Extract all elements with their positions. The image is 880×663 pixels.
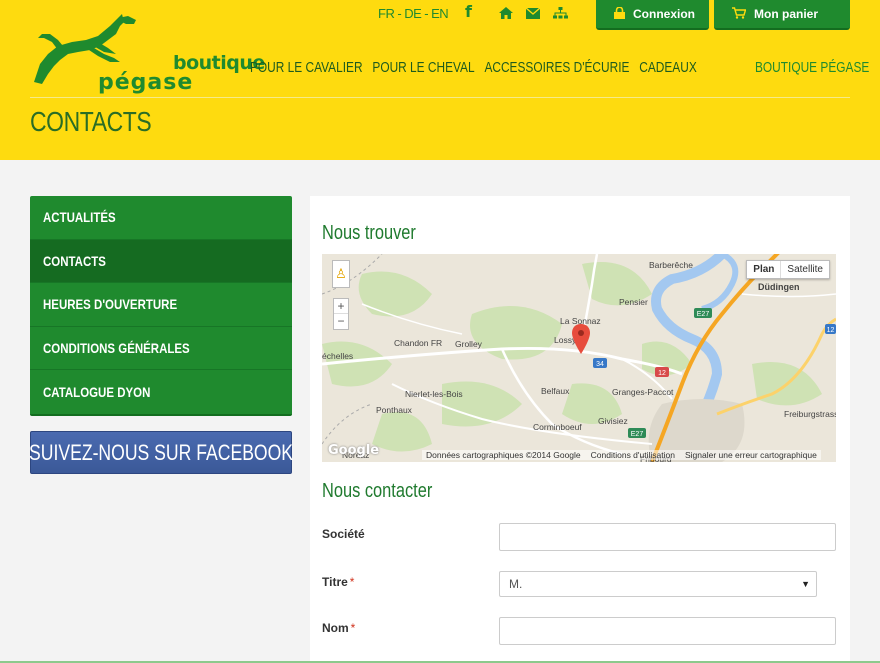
map-terms-link[interactable]: Conditions d'utilisation bbox=[591, 450, 675, 460]
lock-icon bbox=[614, 5, 625, 22]
map-place-granges-paccot: Granges-Paccot bbox=[612, 387, 674, 397]
sidebar-item-label: CONDITIONS GÉNÉRALES bbox=[43, 339, 190, 356]
map-place-givisiez: Givisiez bbox=[598, 416, 628, 426]
lang-de[interactable]: DE bbox=[404, 6, 422, 21]
societe-input[interactable] bbox=[499, 523, 836, 551]
sidebar-item-label: CATALOGUE DYON bbox=[43, 383, 151, 400]
titre-select[interactable]: M. ▼ bbox=[499, 571, 817, 597]
titre-label-text: Titre bbox=[322, 575, 348, 589]
map-type-satellite-button[interactable]: Satellite bbox=[781, 261, 829, 278]
map-place-barbereche: Barberêche bbox=[649, 260, 693, 270]
road-label-e27-south: E27 bbox=[631, 431, 644, 438]
home-icon[interactable] bbox=[499, 6, 513, 22]
required-mark: * bbox=[349, 575, 355, 589]
sidebar-item-heures[interactable]: HEURES D'OUVERTURE bbox=[30, 283, 292, 327]
lang-fr[interactable]: FR bbox=[378, 6, 395, 21]
sidebar-item-label: HEURES D'OUVERTURE bbox=[43, 296, 178, 313]
nom-input[interactable] bbox=[499, 617, 836, 645]
societe-label: Société bbox=[322, 527, 365, 541]
contact-us-title: Nous contacter bbox=[322, 480, 433, 502]
road-label-12-east: 12 bbox=[827, 327, 835, 334]
cart-icon bbox=[732, 6, 747, 22]
page-title: CONTACTS bbox=[30, 106, 152, 137]
sidebar-menu: ACTUALITÉS CONTACTS HEURES D'OUVERTURE C… bbox=[30, 196, 292, 416]
sitemap-icon[interactable] bbox=[553, 6, 568, 22]
facebook-follow-banner[interactable]: SUIVEZ-NOUS SUR FACEBOOK bbox=[28, 431, 294, 474]
nav-item-accessoires[interactable]: ACCESSOIRES D'ÉCURIE bbox=[484, 60, 629, 76]
sidebar-item-contacts[interactable]: CONTACTS bbox=[30, 239, 292, 283]
map-place-chandon: Chandon FR bbox=[394, 338, 443, 348]
map-place-belfaux: Belfaux bbox=[541, 386, 570, 396]
login-button[interactable]: Connexion bbox=[596, 0, 709, 30]
site-logo[interactable]: boutique pégase bbox=[28, 12, 265, 95]
map-zoom-control: + − bbox=[333, 298, 349, 330]
nav-item-boutique-pegase[interactable]: BOUTIQUE PÉGASE bbox=[755, 60, 869, 76]
road-label-e27: E27 bbox=[697, 311, 710, 318]
nav-item-cadeaux[interactable]: CADEAUX bbox=[639, 60, 696, 76]
site-header: boutique pégase FR - DE - EN f Connexion Mon… bbox=[0, 0, 880, 160]
map-place-grolley: Grolley bbox=[455, 339, 482, 349]
facebook-icon[interactable]: f bbox=[465, 2, 472, 21]
map-type-plan-button[interactable]: Plan bbox=[747, 261, 782, 278]
map-footer: Données cartographiques ©2014 Google Con… bbox=[422, 450, 821, 460]
sidebar-item-conditions[interactable]: CONDITIONS GÉNÉRALES bbox=[30, 327, 292, 370]
map-place-pensier: Pensier bbox=[619, 297, 648, 307]
find-us-title: Nous trouver bbox=[322, 222, 416, 244]
sidebar-item-actualites[interactable]: ACTUALITÉS bbox=[30, 196, 292, 240]
map-place-dudingen: Düdingen bbox=[758, 282, 800, 292]
map-type-control: Plan Satellite bbox=[746, 260, 830, 279]
required-mark: * bbox=[350, 621, 356, 635]
titre-select-value: M. bbox=[509, 577, 523, 591]
map-place-corminboeuf: Corminboeuf bbox=[533, 422, 582, 432]
map-place-nierlet: Nierlet-les-Bois bbox=[405, 389, 463, 399]
nom-label: Nom * bbox=[322, 621, 355, 635]
societe-label-text: Société bbox=[322, 527, 365, 541]
sidebar-item-catalogue[interactable]: CATALOGUE DYON bbox=[30, 370, 292, 414]
chevron-down-icon: ▼ bbox=[801, 579, 810, 589]
street-view-pegman-icon[interactable]: ♙ bbox=[332, 260, 350, 288]
sidebar-item-label: CONTACTS bbox=[43, 252, 106, 269]
main-panel: Nous trouver E27 12 34 E27 12 Barberêche… bbox=[310, 196, 850, 663]
nom-label-text: Nom bbox=[322, 621, 349, 635]
nav-item-cavalier[interactable]: POUR LE CAVALIER bbox=[250, 60, 363, 76]
titre-label: Titre * bbox=[322, 575, 354, 589]
map-report-link[interactable]: Signaler une erreur cartographique bbox=[685, 450, 817, 460]
google-map[interactable]: E27 12 34 E27 12 Barberêche Düdingen Pen… bbox=[322, 254, 836, 462]
map-data-credit: Données cartographiques ©2014 Google bbox=[426, 450, 581, 460]
map-place-echelles: échelles bbox=[322, 351, 354, 361]
facebook-banner-label: SUIVEZ-NOUS SUR FACEBOOK bbox=[28, 439, 294, 465]
zoom-in-button[interactable]: + bbox=[334, 299, 348, 314]
sidebar-item-label: ACTUALITÉS bbox=[43, 209, 116, 226]
zoom-out-button[interactable]: − bbox=[334, 314, 348, 329]
road-label-34: 34 bbox=[596, 361, 604, 368]
logo-text-pegase: pégase bbox=[98, 70, 194, 95]
lang-en[interactable]: EN bbox=[431, 6, 449, 21]
cart-label: Mon panier bbox=[754, 7, 819, 21]
map-place-ponthaux: Ponthaux bbox=[376, 405, 412, 415]
cart-button[interactable]: Mon panier bbox=[714, 0, 850, 30]
map-place-freiburgstrasse: Freiburgstrasse bbox=[784, 409, 836, 419]
language-selector: FR - DE - EN bbox=[378, 6, 449, 21]
header-divider bbox=[30, 97, 850, 98]
google-logo: Google bbox=[328, 443, 380, 458]
main-nav: POUR LE CAVALIER POUR LE CHEVAL ACCESSOI… bbox=[250, 60, 697, 76]
road-label-12: 12 bbox=[658, 370, 666, 377]
login-label: Connexion bbox=[633, 7, 695, 21]
nav-item-cheval[interactable]: POUR LE CHEVAL bbox=[372, 60, 474, 76]
mail-icon[interactable] bbox=[525, 6, 541, 22]
